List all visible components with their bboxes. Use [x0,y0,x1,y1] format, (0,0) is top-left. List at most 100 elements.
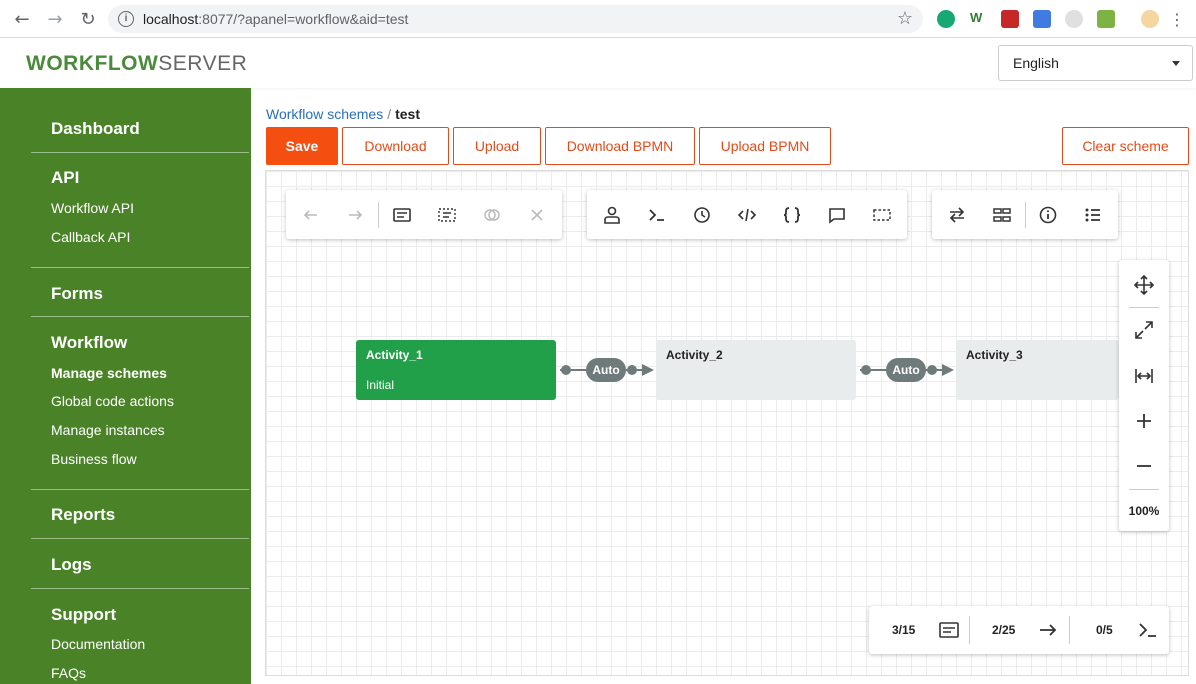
reload-icon[interactable]: ↻ [77,8,99,30]
transition-label[interactable]: Auto [586,358,626,382]
url-host: localhost [143,11,199,27]
back-icon[interactable]: ← [11,8,33,30]
breadcrumb-separator: / [387,106,392,122]
activities-list-icon[interactable] [938,619,960,641]
clear-scheme-button[interactable]: Clear scheme [1062,127,1189,165]
sidebar-item-forms[interactable]: Forms [51,284,103,304]
menu-dots-icon[interactable]: ⋮ [1166,8,1188,30]
zoom-level: 100% [1128,504,1160,518]
sidebar-item-business-flow[interactable]: Business flow [51,451,137,467]
extension-v-icon[interactable] [1033,10,1051,28]
zoom-out-icon[interactable] [1131,453,1157,479]
edit-toolbar [286,190,562,239]
properties-icon[interactable] [389,202,415,228]
actor-icon[interactable] [599,202,625,228]
undo-icon[interactable] [298,202,324,228]
site-info-icon[interactable]: i [118,11,134,27]
extension-green-icon[interactable] [1097,10,1115,28]
bookmark-star-icon[interactable]: ☆ [897,8,913,29]
fit-width-icon[interactable] [1131,363,1157,389]
select-all-icon[interactable] [434,202,460,228]
auto-arrange-icon[interactable] [989,202,1015,228]
activity-node[interactable]: Activity_1 Initial [356,340,556,400]
toolbar-separator [1025,202,1026,228]
sidebar: Dashboard API Workflow API Callback API … [0,88,251,684]
activity-name: Activity_1 [366,348,423,362]
sidebar-item-manage-instances[interactable]: Manage instances [51,422,165,438]
url-text[interactable]: localhost:8077/?apanel=workflow&aid=test [143,11,408,27]
extension-cors-icon[interactable] [1001,10,1019,28]
extension-grammarly-icon[interactable] [937,10,955,28]
sidebar-item-dashboard[interactable]: Dashboard [51,119,140,139]
transition-end-dot [627,365,637,375]
fullscreen-icon[interactable] [1131,317,1157,343]
breadcrumb-current: test [395,106,421,122]
logo-part2: SERVER [158,52,248,75]
extension-w-icon[interactable]: W [970,10,988,28]
redo-icon[interactable] [342,202,368,228]
sidebar-item-faqs[interactable]: FAQs [51,665,86,681]
sidebar-section-api[interactable]: API [51,168,79,188]
logo[interactable]: WORKFLOWSERVER [26,52,247,76]
sidebar-item-manage-schemes[interactable]: Manage schemes [51,365,167,381]
transition-start-dot [861,365,871,375]
activity-node[interactable]: Activity_2 [656,340,856,400]
sidebar-item-logs[interactable]: Logs [51,555,92,575]
activity-name: Activity_2 [666,348,723,362]
elements-toolbar [587,190,907,239]
activity-name: Activity_3 [966,348,1023,362]
language-select[interactable]: English [998,45,1193,81]
timer-icon[interactable] [689,202,715,228]
sidebar-item-global-code-actions[interactable]: Global code actions [51,393,174,409]
transition-label[interactable]: Auto [886,358,926,382]
extension-grey-icon[interactable] [1065,10,1083,28]
sidebar-item-reports[interactable]: Reports [51,505,115,525]
profile-avatar[interactable] [1141,10,1159,28]
upload-button[interactable]: Upload [453,127,541,165]
transition-end-dot [927,365,937,375]
activities-count: 3/15 [892,623,916,637]
transitions-count: 2/25 [992,623,1016,637]
chevron-down-icon [1172,61,1180,66]
save-button[interactable]: Save [266,127,338,165]
designer-canvas[interactable] [265,170,1189,676]
sidebar-divider [31,588,249,589]
status-panel: 3/15 2/25 0/5 [869,606,1169,654]
sidebar-item-callback-api[interactable]: Callback API [51,229,130,245]
sidebar-section-support[interactable]: Support [51,605,116,625]
delete-icon[interactable] [524,202,550,228]
sidebar-section-workflow[interactable]: Workflow [51,333,127,353]
move-icon[interactable] [1131,272,1157,298]
swap-icon[interactable] [944,202,970,228]
activity-node[interactable]: Activity_3 [956,340,1119,400]
area-select-icon[interactable] [869,202,895,228]
transition-arrow [642,364,654,376]
download-button[interactable]: Download [342,127,449,165]
transitions-arrow-icon[interactable] [1037,619,1059,641]
command-icon[interactable] [644,202,670,228]
tools-toolbar [932,190,1118,239]
parameters-icon[interactable] [779,202,805,228]
list-icon[interactable] [1080,202,1106,228]
zoom-panel: 100% [1119,260,1169,531]
status-separator [969,616,970,644]
breadcrumb-link-workflow-schemes[interactable]: Workflow schemes [266,106,383,122]
sidebar-divider [31,538,249,539]
info-icon[interactable] [1035,202,1061,228]
sidebar-item-documentation[interactable]: Documentation [51,636,145,652]
breadcrumb: Workflow schemes / test [266,106,420,122]
download-bpmn-button[interactable]: Download BPMN [545,127,695,165]
zoom-in-icon[interactable] [1131,408,1157,434]
forward-icon[interactable]: → [44,8,66,30]
zoom-separator [1129,307,1159,308]
code-actions-icon[interactable] [734,202,760,228]
comment-icon[interactable] [824,202,850,228]
upload-bpmn-button[interactable]: Upload BPMN [699,127,831,165]
code-terminal-icon[interactable] [1137,619,1159,641]
transition-start-dot [561,365,571,375]
copy-selected-icon[interactable] [479,202,505,228]
sidebar-item-workflow-api[interactable]: Workflow API [51,200,134,216]
address-bar[interactable]: i localhost:8077/?apanel=workflow&aid=te… [108,5,923,33]
sidebar-divider [31,316,249,317]
sidebar-divider [31,267,249,268]
